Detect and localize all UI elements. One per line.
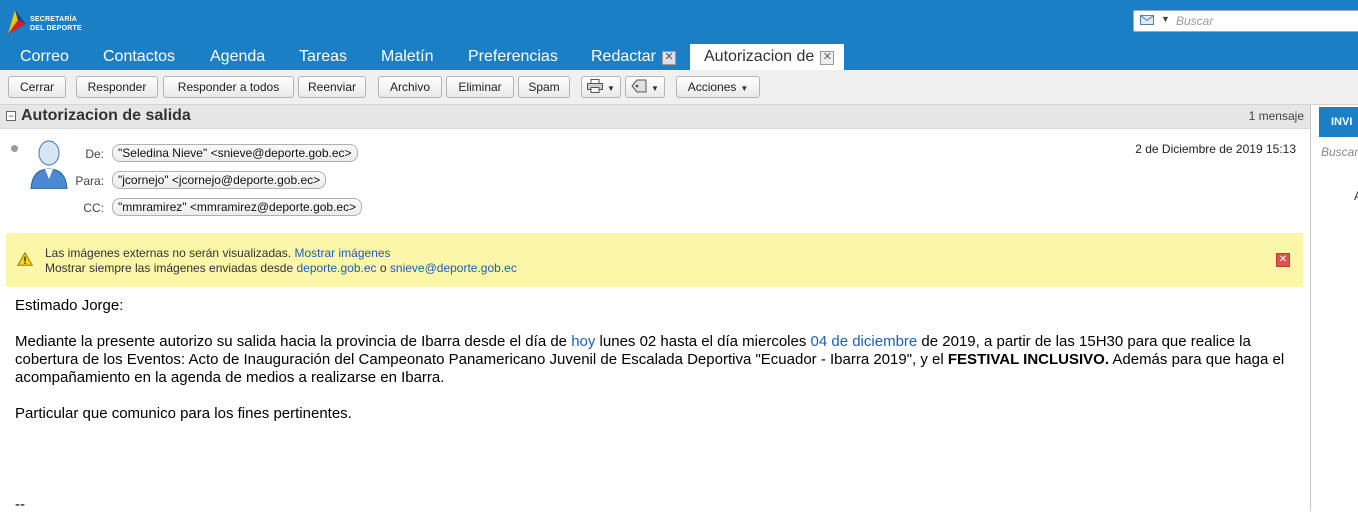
message-header: De: "Seledina Nieve" <snieve@deporte.gob… bbox=[0, 129, 1310, 229]
delete-button[interactable]: Eliminar bbox=[446, 76, 514, 98]
show-images-link[interactable]: Mostrar imágenes bbox=[294, 246, 390, 260]
body-text: Mediante la presente autorizo su salida … bbox=[15, 333, 568, 350]
cc-address-bubble[interactable]: "mmramirez" <mmramirez@deporte.gob.ec> bbox=[112, 198, 363, 216]
tag-icon bbox=[631, 79, 647, 93]
chevron-down-icon: ▼ bbox=[651, 84, 659, 93]
tab-autorizacion[interactable]: Autorizacion de ✕ bbox=[690, 44, 845, 70]
to-label: Para: bbox=[75, 174, 104, 188]
message-date: 2 de Diciembre de 2019 15:13 bbox=[1135, 142, 1296, 156]
tab-label: Correo bbox=[20, 48, 69, 65]
tab-preferencias[interactable]: Preferencias bbox=[468, 44, 558, 70]
closing-line: Particular que comunico para los fines p… bbox=[15, 405, 352, 422]
greeting: Estimado Jorge: bbox=[15, 297, 124, 314]
notice-or-text: o bbox=[379, 261, 387, 275]
tab-tareas[interactable]: Tareas bbox=[299, 44, 347, 70]
date-link-today[interactable]: hoy bbox=[571, 333, 595, 350]
signature-separator: -- bbox=[15, 496, 25, 513]
close-icon[interactable]: ✕ bbox=[661, 51, 676, 65]
notice-text: Las imágenes externas no serán visualiza… bbox=[45, 246, 292, 260]
chevron-down-icon: ▼ bbox=[740, 84, 749, 93]
close-button[interactable]: Cerrar bbox=[8, 76, 66, 98]
tab-label: Contactos bbox=[103, 48, 176, 65]
actions-button[interactable]: Acciones ▼ bbox=[676, 76, 760, 98]
unread-dot-icon[interactable] bbox=[11, 145, 18, 152]
side-letter: A bbox=[1354, 189, 1358, 203]
to-address-bubble[interactable]: "jcornejo" <jcornejo@deporte.gob.ec> bbox=[112, 171, 327, 189]
conversation-header: − Autorizacion de salida 1 mensaje bbox=[0, 105, 1310, 129]
collapse-icon[interactable]: − bbox=[6, 111, 16, 121]
from-label: De: bbox=[85, 147, 104, 161]
notice-line-2: Mostrar siempre las imágenes enviadas de… bbox=[45, 261, 517, 275]
right-side-pane: INVI Buscar A bbox=[1310, 105, 1358, 511]
tab-contactos[interactable]: Contactos bbox=[103, 44, 175, 70]
logo-line-2: DEL DEPORTE bbox=[30, 25, 82, 32]
tab-label: Maletín bbox=[381, 48, 434, 65]
mail-icon[interactable] bbox=[1140, 15, 1154, 25]
search-input[interactable] bbox=[1174, 12, 1358, 30]
tab-label: Redactar bbox=[591, 48, 656, 65]
tab-label: Autorizacion de bbox=[704, 48, 815, 65]
reply-button[interactable]: Responder bbox=[76, 76, 158, 98]
warning-icon bbox=[17, 252, 33, 266]
invite-button[interactable]: INVI bbox=[1319, 107, 1358, 137]
notice-line-1: Las imágenes externas no serán visualiza… bbox=[45, 246, 391, 260]
external-images-notice: Las imágenes externas no serán visualiza… bbox=[6, 233, 1303, 287]
actions-label: Acciones bbox=[687, 80, 737, 94]
cc-label: CC: bbox=[83, 201, 104, 215]
tab-correo[interactable]: Correo bbox=[20, 44, 69, 70]
conversation-title: Autorizacion de salida bbox=[21, 107, 191, 124]
archive-button[interactable]: Archivo bbox=[378, 76, 442, 98]
trust-domain-link[interactable]: deporte.gob.ec bbox=[296, 261, 376, 275]
secretaria-deporte-logo[interactable]: SECRETARÍA DEL DEPORTE bbox=[6, 6, 86, 38]
close-icon[interactable]: ✕ bbox=[1276, 253, 1290, 267]
tab-label: Agenda bbox=[210, 48, 266, 65]
tab-agenda[interactable]: Agenda bbox=[210, 44, 265, 70]
logo-line-1: SECRETARÍA bbox=[30, 16, 77, 23]
search-box[interactable]: ▼ bbox=[1133, 10, 1358, 32]
body-text: lunes 02 hasta el día miercoles bbox=[599, 333, 807, 350]
from-address-bubble[interactable]: "Seledina Nieve" <snieve@deporte.gob.ec> bbox=[112, 144, 358, 162]
tab-label: Tareas bbox=[299, 48, 348, 65]
spam-button[interactable]: Spam bbox=[518, 76, 570, 98]
logo-flag-icon bbox=[8, 10, 26, 34]
top-header: SECRETARÍA DEL DEPORTE ▼ Correo Contacto… bbox=[0, 0, 1358, 70]
close-icon[interactable]: ✕ bbox=[820, 51, 835, 65]
trust-sender-link[interactable]: snieve@deporte.gob.ec bbox=[390, 261, 517, 275]
side-search-label[interactable]: Buscar bbox=[1321, 145, 1358, 159]
chevron-down-icon[interactable]: ▼ bbox=[1161, 14, 1170, 24]
message-body: Estimado Jorge: Mediante la presente aut… bbox=[15, 297, 1295, 423]
reply-all-button[interactable]: Responder a todos bbox=[163, 76, 294, 98]
notice-text: Mostrar siempre las imágenes enviadas de… bbox=[45, 261, 294, 275]
message-count: 1 mensaje bbox=[1248, 109, 1304, 123]
body-paragraph: Mediante la presente autorizo su salida … bbox=[15, 333, 1295, 387]
print-button[interactable]: ▼ bbox=[581, 76, 621, 98]
printer-icon bbox=[587, 79, 604, 93]
tab-maletin[interactable]: Maletín bbox=[381, 44, 433, 70]
chevron-down-icon: ▼ bbox=[607, 84, 615, 93]
message-toolbar: Cerrar Responder Responder a todos Reenv… bbox=[0, 70, 1358, 105]
forward-button[interactable]: Reenviar bbox=[298, 76, 366, 98]
tab-label: Preferencias bbox=[468, 48, 558, 65]
tag-button[interactable]: ▼ bbox=[625, 76, 665, 98]
body-bold-text: FESTIVAL INCLUSIVO. bbox=[947, 351, 1110, 368]
date-link-december[interactable]: 04 de diciembre bbox=[811, 333, 918, 350]
tab-redactar[interactable]: Redactar ✕ bbox=[591, 44, 676, 70]
